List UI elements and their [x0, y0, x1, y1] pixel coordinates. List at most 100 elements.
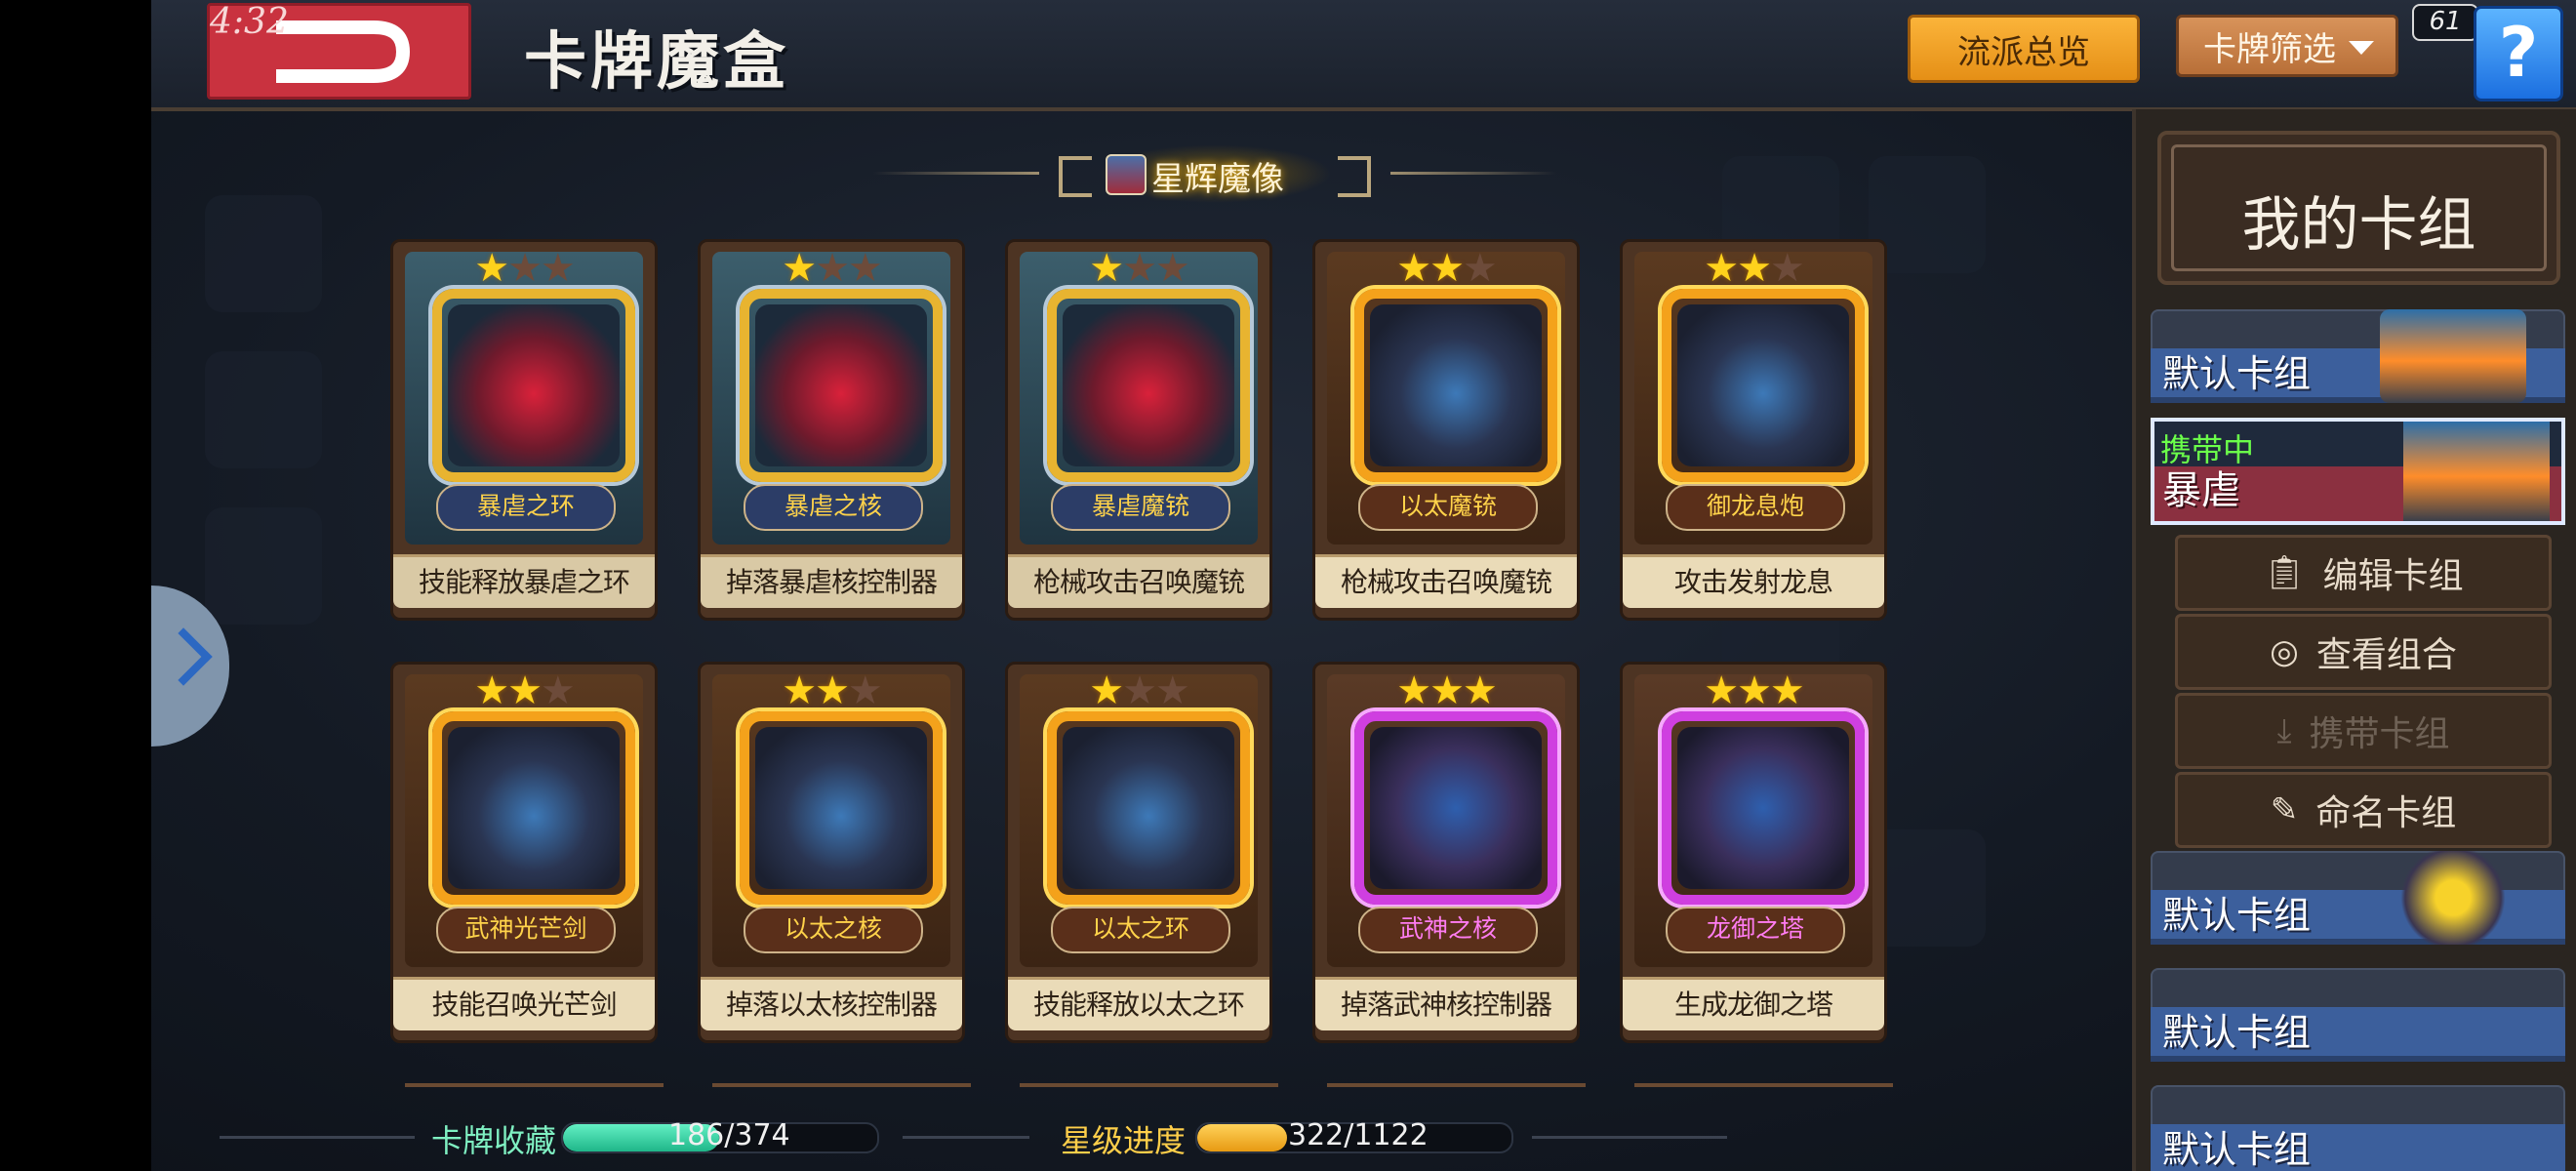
card-name: 御龙息炮 [1666, 484, 1845, 531]
star-filled-icon: ★ [474, 668, 509, 713]
card[interactable]: ★★★ 暴虐之核 掉落暴虐核控制器 [698, 239, 965, 621]
background-tile [205, 351, 322, 468]
deck-panel: 我的卡组 默认卡组 携带中 暴虐 📋︎ 编辑卡组 ◎ 查看组合 ⤓ 携带卡组 ✎ [2132, 109, 2576, 1171]
carry-deck-button[interactable]: ⤓ 携带卡组 [2175, 693, 2552, 769]
card-filter-label: 卡牌筛选 [2203, 29, 2336, 69]
star-empty-icon: ★ [1769, 246, 1805, 291]
deck-item[interactable]: 默认卡组 [2151, 1085, 2565, 1171]
deck-item-active[interactable]: 携带中 暴虐 [2151, 418, 2565, 525]
star-empty-icon: ★ [1154, 246, 1190, 291]
star-rating: ★★★ [405, 668, 643, 713]
page-title: 卡牌魔盒 [524, 26, 789, 99]
card[interactable]: ★★★ 龙御之塔 生成龙御之塔 [1620, 662, 1887, 1043]
card-background: ★★★ 龙御之塔 [1634, 668, 1872, 967]
star-filled-icon: ★ [507, 668, 543, 713]
star-empty-icon: ★ [847, 246, 883, 291]
status-clock: 4:32 [210, 2, 289, 42]
clipboard-icon: 📋︎ [2263, 553, 2306, 592]
rename-deck-button[interactable]: ✎ 命名卡组 [2175, 772, 2552, 848]
bracket-ornament [1338, 156, 1371, 197]
card[interactable]: ★★★ 暴虐之环 技能释放暴虐之环 [390, 239, 658, 621]
card[interactable]: ★★★ 以太魔铳 枪械攻击召唤魔铳 [1312, 239, 1580, 621]
card-portrait-frame [1354, 289, 1557, 482]
card-portrait-icon [1063, 727, 1234, 889]
card[interactable]: ★★★ 武神之核掉落武神核控制器 [1312, 662, 1580, 1043]
card[interactable]: ★★★ 以太之核 掉落以太核控制器 [698, 662, 965, 1043]
card-description: 技能释放暴虐之环 [393, 554, 655, 608]
card-name: 武神光芒剑 [436, 907, 616, 953]
card-description: 枪械攻击召唤魔铳 [1315, 554, 1577, 608]
deck-title-box: 我的卡组 [2157, 131, 2560, 285]
card-background: ★★★ 以太魔铳 [1327, 246, 1565, 545]
star-filled-icon: ★ [1462, 668, 1498, 713]
card-portrait-icon [1370, 727, 1542, 889]
star-rating: ★★★ [1327, 668, 1565, 713]
card-portrait-icon [755, 727, 927, 889]
deck-item[interactable]: 默认卡组 [2151, 309, 2565, 403]
next-row-edge [712, 1083, 971, 1087]
card-name: 暴虐之环 [436, 484, 616, 531]
card-frame: ★★★ 以太之环技能释放以太之环 [1005, 662, 1272, 1043]
deck-item[interactable]: 默认卡组 [2151, 968, 2565, 1062]
card-frame: ★★★ 暴虐之核 掉落暴虐核控制器 [698, 239, 965, 621]
background-tile [205, 195, 322, 312]
star-filled-icon: ★ [1089, 246, 1124, 291]
card-frame: ★★★ 御龙息炮 攻击发射龙息 [1620, 239, 1887, 621]
star-filled-icon: ★ [1737, 668, 1772, 713]
star-empty-icon: ★ [540, 246, 576, 291]
view-combo-button[interactable]: ◎ 查看组合 [2175, 614, 2552, 690]
star-empty-icon: ★ [507, 246, 543, 291]
card-portrait-frame [432, 711, 635, 905]
deck-name: 默认卡组 [2162, 894, 2312, 937]
card-portrait-icon [448, 304, 620, 466]
card-frame: ★★★ 龙御之塔 生成龙御之塔 [1620, 662, 1887, 1043]
divider-line [1532, 1136, 1727, 1139]
star-rating: ★★★ [1634, 668, 1872, 713]
star-progress-fill [1197, 1124, 1288, 1151]
card-description: 技能释放以太之环 [1008, 977, 1269, 1030]
card[interactable]: ★★★ 御龙息炮 攻击发射龙息 [1620, 239, 1887, 621]
star-empty-icon: ★ [1462, 246, 1498, 291]
next-row-edge [1020, 1083, 1278, 1087]
card-portrait-frame [1354, 711, 1557, 905]
card-background: ★★★ 御龙息炮 [1634, 246, 1872, 545]
edit-deck-button[interactable]: 📋︎ 编辑卡组 [2175, 535, 2552, 611]
star-rating: ★★★ [712, 668, 950, 713]
deck-item[interactable]: 默认卡组 [2151, 851, 2565, 945]
card-description: 攻击发射龙息 [1623, 554, 1884, 608]
pencil-icon: ✎ [2270, 790, 2299, 829]
card-background: ★★★ 武神之核 [1327, 668, 1565, 967]
star-rating: ★★★ [1020, 246, 1258, 291]
section-header: 星辉魔像 [873, 144, 1556, 203]
star-empty-icon: ★ [847, 668, 883, 713]
star-empty-icon: ★ [815, 246, 850, 291]
card[interactable]: ★★★ 暴虐魔铳 枪械攻击召唤魔铳 [1005, 239, 1272, 621]
divider-line [903, 1136, 1029, 1139]
card-description: 掉落武神核控制器 [1315, 977, 1577, 1030]
card-portrait-icon [448, 727, 620, 889]
deck-avatar [2380, 851, 2526, 945]
card-name: 以太魔铳 [1358, 484, 1538, 531]
star-filled-icon: ★ [1737, 246, 1772, 291]
card-filter-button[interactable]: 卡牌筛选 [2176, 15, 2398, 77]
card[interactable]: ★★★ 武神光芒剑 技能召唤光芒剑 [390, 662, 658, 1043]
deck-name: 暴虐 [2162, 468, 2240, 513]
star-empty-icon: ★ [1122, 668, 1157, 713]
card-description: 掉落以太核控制器 [701, 977, 962, 1030]
card-background: ★★★ 以太之环 [1020, 668, 1258, 967]
card-frame: ★★★ 以太魔铳 枪械攻击召唤魔铳 [1312, 239, 1580, 621]
deck-avatar [2403, 422, 2550, 521]
card-frame: ★★★ 暴虐之环 技能释放暴虐之环 [390, 239, 658, 621]
card-name: 暴虐之核 [744, 484, 923, 531]
card-portrait-icon [1063, 304, 1234, 466]
star-rating: ★★★ [712, 246, 950, 291]
card-portrait-icon [755, 304, 927, 466]
card-portrait-icon [1677, 727, 1849, 889]
view-combo-label: 查看组合 [2315, 635, 2457, 675]
help-button[interactable]: ? [2474, 6, 2563, 101]
card-portrait-icon [1370, 304, 1542, 466]
divider-line [873, 172, 1039, 175]
card[interactable]: ★★★ 以太之环技能释放以太之环 [1005, 662, 1272, 1043]
next-row-edge [1327, 1083, 1586, 1087]
faction-overview-button[interactable]: 流派总览 [1908, 15, 2140, 83]
